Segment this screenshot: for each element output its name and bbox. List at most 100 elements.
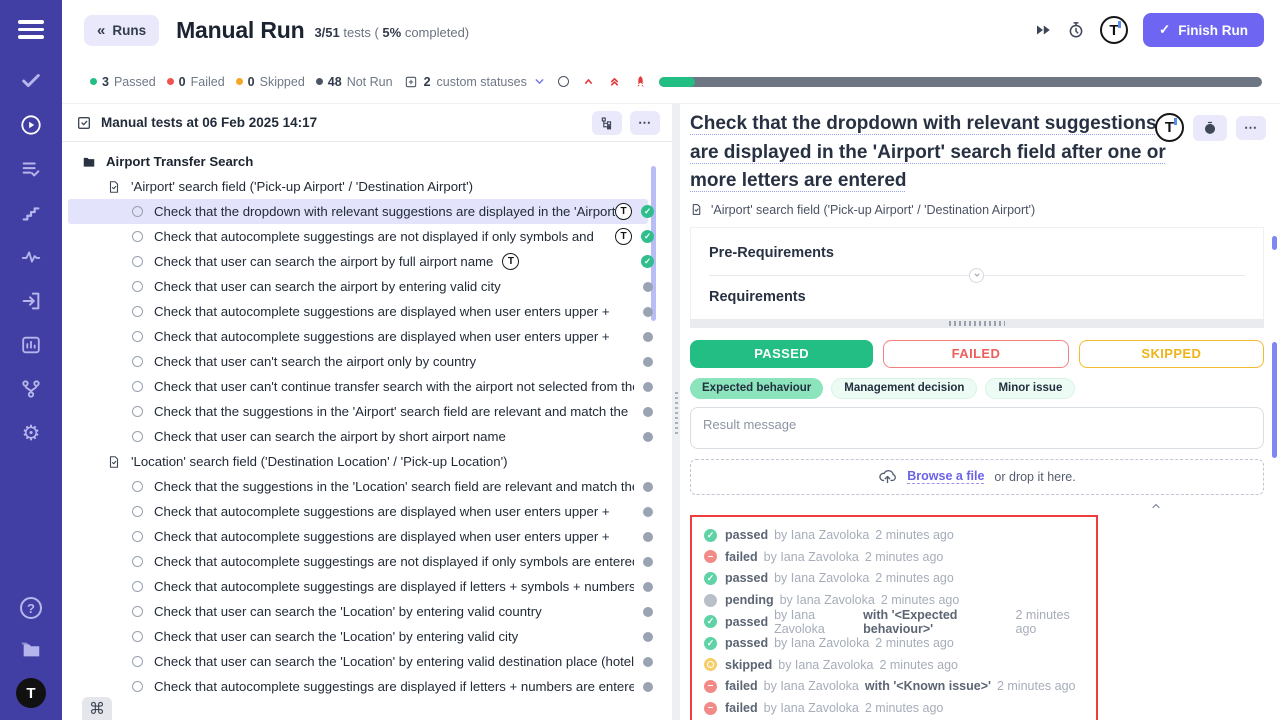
help-icon[interactable]: ? [20, 597, 42, 619]
tree-row[interactable]: Check that autocomplete suggestings are … [62, 224, 672, 249]
app-logo[interactable]: T [1100, 16, 1128, 44]
test-select-radio[interactable] [132, 606, 143, 617]
tree-row[interactable]: 'Location' search field ('Destination Lo… [62, 449, 672, 474]
back-to-runs-label: Runs [112, 23, 146, 38]
back-to-runs-button[interactable]: « Runs [84, 15, 159, 46]
history-note: with '<Expected behaviour>' [863, 608, 1009, 636]
tree-row[interactable]: Check that the dropdown with relevant su… [62, 199, 672, 224]
test-select-radio[interactable] [132, 556, 143, 567]
run-stats-bar: 3 Passed 0 Failed 0 Skipped 48 Not Run [62, 60, 1280, 104]
tree-row[interactable]: Check that the suggestions in the 'Airpo… [62, 399, 672, 424]
tree-row[interactable]: Check that autocomplete suggestions are … [62, 324, 672, 349]
tree-row[interactable]: Check that autocomplete suggestings are … [62, 549, 672, 574]
test-select-radio[interactable] [132, 256, 143, 267]
file-dropzone[interactable]: Browse a file or drop it here. [690, 459, 1264, 495]
activity-pulse-icon[interactable] [19, 245, 44, 270]
tree-row[interactable]: Check that autocomplete suggestions are … [62, 524, 672, 549]
tree-scrollbar-thumb[interactable] [651, 166, 656, 321]
test-select-radio[interactable] [132, 381, 143, 392]
rocket-icon[interactable] [634, 75, 647, 88]
tests-check-icon[interactable] [19, 69, 44, 94]
result-tag[interactable]: Expected behaviour [690, 378, 823, 399]
shared-steps-icon[interactable] [19, 201, 44, 226]
test-select-radio[interactable] [132, 506, 143, 517]
timer-icon[interactable] [1067, 21, 1085, 39]
tree-row[interactable]: Check that user can't search the airport… [62, 349, 672, 374]
tree-view-toggle-button[interactable] [592, 111, 622, 135]
test-select-radio[interactable] [132, 281, 143, 292]
tree-row[interactable]: Check that user can search the airport b… [62, 274, 672, 299]
detail-more-button[interactable]: ⋯ [1236, 116, 1266, 140]
result-message-input[interactable] [690, 407, 1264, 449]
reports-chart-icon[interactable] [19, 333, 44, 358]
stat-count: 48 [328, 75, 342, 89]
milestones-branch-icon[interactable] [19, 377, 44, 402]
double-chevron-up-icon[interactable] [608, 75, 621, 88]
tree-row[interactable]: Airport Transfer Search ✓ [62, 149, 672, 174]
tree-row[interactable]: Check that user can search the 'Location… [62, 649, 672, 674]
run-progress-summary: 3/51 tests ( 5% completed) [314, 25, 469, 40]
tree-row[interactable]: Check that autocomplete suggestings are … [62, 574, 672, 599]
test-select-radio[interactable] [132, 331, 143, 342]
settings-gear-icon[interactable]: ⚙ [19, 421, 44, 446]
test-select-radio[interactable] [132, 481, 143, 492]
chevron-up-icon[interactable] [582, 75, 595, 88]
circle-icon[interactable] [558, 76, 569, 87]
tree-row[interactable]: Check that user can search the airport b… [62, 249, 672, 274]
detail-scrollbar-thumb[interactable] [1272, 236, 1277, 250]
test-select-radio[interactable] [132, 231, 143, 242]
panel-resize-gutter[interactable] [672, 104, 680, 720]
test-select-radio[interactable] [132, 581, 143, 592]
skipped-button[interactable]: SKIPPED [1079, 340, 1264, 368]
custom-statuses-dropdown[interactable]: 2 custom statuses [404, 75, 546, 89]
inbox-import-icon[interactable] [19, 289, 44, 314]
detail-scrollbar-thumb[interactable] [1272, 342, 1277, 458]
tree-row[interactable]: Check that user can search the 'Location… [62, 599, 672, 624]
tree-row[interactable]: Check that autocomplete suggestions are … [62, 499, 672, 524]
tree-row[interactable]: Check that user can't continue transfer … [62, 374, 672, 399]
runs-play-icon[interactable] [19, 113, 44, 138]
history-author: by Iana Zavoloka [774, 608, 857, 636]
test-select-radio[interactable] [132, 406, 143, 417]
tree-row[interactable]: Check that user can search the 'Location… [62, 624, 672, 649]
test-select-radio[interactable] [132, 681, 143, 692]
sidebar-bottom: ? T [16, 597, 46, 708]
run-stat: 0 Failed [167, 75, 225, 89]
tree-more-button[interactable]: ⋯ [630, 111, 660, 135]
add-box-icon [404, 75, 418, 89]
menu-icon[interactable] [18, 16, 44, 43]
tree-row[interactable]: 'Airport' search field ('Pick-up Airport… [62, 174, 672, 199]
test-select-radio[interactable] [132, 631, 143, 642]
section-resize-handle[interactable] [690, 319, 1264, 328]
history-time: 2 minutes ago [879, 658, 958, 672]
finish-run-button[interactable]: ✓ Finish Run [1143, 13, 1264, 47]
test-title[interactable]: Check that the dropdown with relevant su… [690, 110, 1172, 196]
tree-row[interactable]: Check that the suggestions in the 'Locat… [62, 474, 672, 499]
test-select-radio[interactable] [132, 431, 143, 442]
tree-row[interactable]: Check that autocomplete suggestings are … [62, 674, 672, 699]
test-select-radio[interactable] [132, 356, 143, 367]
test-select-radio[interactable] [132, 656, 143, 667]
test-select-radio[interactable] [132, 206, 143, 217]
test-plans-icon[interactable] [19, 157, 44, 182]
result-tag[interactable]: Management decision [831, 378, 977, 399]
collapse-section-button[interactable] [969, 268, 984, 283]
passed-button[interactable]: PASSED [690, 340, 873, 368]
result-tag[interactable]: Minor issue [985, 378, 1075, 399]
timer-button[interactable] [1193, 115, 1227, 141]
status-notrun-icon [643, 582, 653, 592]
tree-row[interactable]: Check that autocomplete suggestions are … [62, 299, 672, 324]
app-logo[interactable]: T [16, 678, 46, 708]
failed-button[interactable]: FAILED [883, 340, 1068, 368]
status-notrun-icon [643, 482, 653, 492]
browse-file-link[interactable]: Browse a file [907, 469, 984, 484]
test-doc-icon [690, 203, 703, 216]
chevron-up-icon[interactable] [1150, 500, 1162, 512]
test-select-radio[interactable] [132, 306, 143, 317]
tree-row[interactable]: Check that user can search the airport b… [62, 424, 672, 449]
history-entry: failed by Iana Zavoloka with '<Known iss… [704, 676, 1084, 698]
test-select-radio[interactable] [132, 531, 143, 542]
keyboard-shortcut-button[interactable]: ⌘ [82, 697, 112, 720]
projects-folder-icon[interactable] [19, 636, 44, 661]
fast-forward-icon[interactable] [1034, 21, 1052, 39]
